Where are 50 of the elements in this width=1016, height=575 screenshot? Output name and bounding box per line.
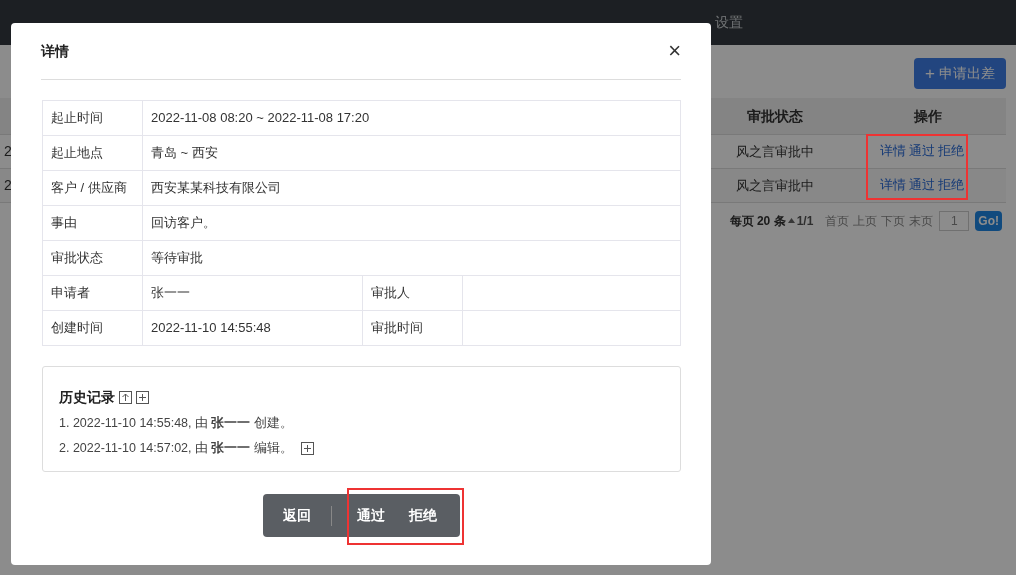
field-value: 2022-11-08 08:20 ~ 2022-11-08 17:20 <box>142 100 681 136</box>
page-link[interactable]: 末页 <box>909 211 934 230</box>
action-link[interactable]: 详情 <box>880 176 906 195</box>
field-label: 申请者 <box>42 275 143 311</box>
field-label: 审批时间 <box>362 310 463 346</box>
expand-icon[interactable] <box>136 391 149 404</box>
column-header: 审批状态 <box>746 106 804 126</box>
action-link[interactable]: 通过 <box>909 142 935 161</box>
field-value: 回访客户。 <box>142 205 681 241</box>
table-cell: 2 <box>4 177 12 193</box>
action-link[interactable]: 拒绝 <box>938 176 964 195</box>
table-cell-text: 风之言审批中 <box>735 142 815 161</box>
page-link[interactable]: 下页 <box>881 211 906 230</box>
caret-up-icon <box>787 218 795 223</box>
go-button[interactable]: Go! <box>975 210 1002 231</box>
history-entry: 2. 2022-11-10 14:57:02, 由 张一一 编辑。 <box>59 439 293 457</box>
field-label: 审批人 <box>362 275 463 311</box>
page-link[interactable]: 首页 <box>825 211 850 230</box>
field-label: 创建时间 <box>42 310 143 346</box>
history-title: 历史记录 <box>59 388 115 407</box>
field-value: 2022-11-10 14:55:48 <box>142 310 363 346</box>
field-value: 张一一 <box>142 275 363 311</box>
field-value: 青岛 ~ 西安 <box>142 135 681 171</box>
page-input[interactable]: 1 <box>939 210 970 231</box>
plus-icon: + <box>925 65 935 82</box>
history-entry: 1. 2022-11-10 14:55:48, 由 张一一 创建。 <box>59 415 293 432</box>
close-button[interactable]: × <box>668 40 681 62</box>
footer-button[interactable]: 拒绝 <box>396 494 460 537</box>
action-link[interactable]: 详情 <box>880 142 906 161</box>
table-cell-text: 风之言审批中 <box>735 176 815 195</box>
page-info: 1/1 <box>796 212 814 230</box>
collapse-icon[interactable] <box>119 391 132 404</box>
action-link[interactable]: 通过 <box>909 176 935 195</box>
nav-link[interactable]: 设置 <box>715 12 759 33</box>
action-link[interactable]: 拒绝 <box>938 142 964 161</box>
apply-button[interactable]: + 申请出差 <box>914 58 1006 89</box>
page-size-label[interactable]: 每页 20 条 <box>729 211 786 230</box>
field-label: 客户 / 供应商 <box>42 170 143 206</box>
footer-button[interactable]: 返回 <box>262 494 331 537</box>
column-header: 操作 <box>913 106 943 126</box>
table-cell: 2 <box>4 143 12 159</box>
field-label: 审批状态 <box>42 240 143 276</box>
field-label: 起止地点 <box>42 135 143 171</box>
field-value: 西安某某科技有限公司 <box>142 170 681 206</box>
field-value: 等待审批 <box>142 240 681 276</box>
footer-button[interactable]: 通过 <box>331 494 397 537</box>
expand-icon[interactable] <box>300 441 314 455</box>
dialog-title: 详情 <box>41 41 69 61</box>
field-label: 起止时间 <box>42 100 143 136</box>
field-label: 事由 <box>42 205 143 241</box>
